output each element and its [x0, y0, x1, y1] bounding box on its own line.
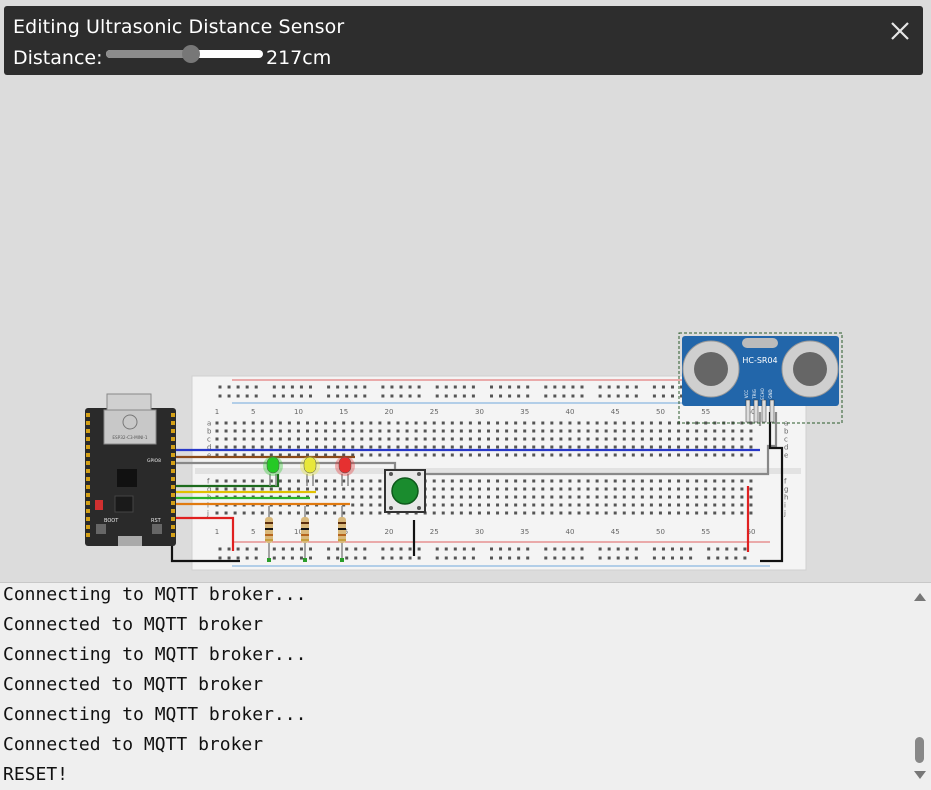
- row-letter: c: [207, 436, 211, 444]
- simulator-window: Editing Ultrasonic Distance Sensor Dista…: [0, 0, 931, 790]
- serial-line: Connected to MQTT broker: [3, 614, 264, 635]
- rst-button-label: RST: [151, 518, 162, 524]
- row-letter: e: [207, 452, 211, 460]
- serial-line: Connected to MQTT broker: [3, 734, 264, 755]
- row-letter: g: [784, 486, 788, 494]
- esp32-c3-board[interactable]: ESP32-C3-MINI-1 BOOT RST GPIO8: [85, 393, 176, 546]
- distance-value: 217cm: [266, 47, 332, 69]
- serial-monitor[interactable]: Connecting to MQTT broker... Connected to…: [0, 582, 931, 790]
- column-number: 55: [701, 408, 710, 416]
- sensor-pin-label: ECHO: [760, 388, 765, 399]
- column-number: 10: [294, 408, 303, 416]
- serial-line: Connecting to MQTT broker...: [3, 704, 307, 725]
- column-number: 30: [475, 528, 484, 536]
- column-number: 1: [215, 528, 219, 536]
- column-number: 25: [430, 408, 439, 416]
- row-letter: b: [207, 428, 212, 436]
- row-letter: e: [784, 452, 788, 460]
- distance-slider-thumb[interactable]: [181, 45, 200, 63]
- scroll-down-arrow-icon[interactable]: [914, 771, 926, 779]
- column-number: 50: [656, 408, 665, 416]
- row-letter: c: [784, 436, 788, 444]
- distance-slider-fill: [106, 50, 191, 58]
- row-letter: h: [784, 494, 788, 502]
- column-number: 20: [384, 528, 393, 536]
- column-number: 20: [384, 408, 393, 416]
- column-number: 5: [251, 408, 255, 416]
- row-letter: j: [783, 510, 786, 518]
- distance-label: Distance:: [13, 47, 103, 69]
- row-letter: i: [207, 502, 209, 510]
- column-number: 45: [611, 528, 620, 536]
- circuit-diagram: 1155101015152020252530303535404045455050…: [85, 332, 843, 571]
- column-number: 40: [565, 528, 574, 536]
- edit-part-popup: Editing Ultrasonic Distance Sensor Dista…: [4, 6, 923, 75]
- column-number: 45: [611, 408, 620, 416]
- esp32-module-label: ESP32-C3-MINI-1: [112, 435, 147, 440]
- distance-slider[interactable]: [106, 45, 263, 63]
- row-letter: i: [784, 502, 786, 510]
- serial-line: Connecting to MQTT broker...: [3, 584, 307, 605]
- column-number: 55: [701, 528, 710, 536]
- sensor-pin-label: TRIG: [752, 389, 757, 400]
- pushbutton[interactable]: [384, 469, 426, 513]
- boot-button-label: BOOT: [104, 518, 119, 524]
- scroll-thumb[interactable]: [915, 737, 924, 763]
- row-letter: a: [207, 420, 211, 428]
- sensor-pin-label: VCC: [744, 390, 749, 399]
- serial-monitor-scrollbar[interactable]: [909, 583, 931, 790]
- gpio-label: GPIO8: [147, 458, 161, 464]
- serial-line: Connecting to MQTT broker...: [3, 644, 307, 665]
- row-letter: d: [784, 444, 788, 452]
- serial-line: RESET!: [3, 764, 69, 785]
- serial-line: Connected to MQTT broker: [3, 674, 264, 695]
- serial-monitor-output: Connecting to MQTT broker... Connected to…: [3, 580, 306, 790]
- column-number: 15: [339, 408, 348, 416]
- sensor-pin-label: GND: [768, 389, 773, 398]
- scroll-up-arrow-icon[interactable]: [914, 593, 926, 601]
- column-number: 50: [656, 528, 665, 536]
- column-number: 5: [251, 528, 255, 536]
- column-number: 35: [520, 408, 529, 416]
- row-letter: b: [784, 428, 789, 436]
- column-number: 1: [215, 408, 219, 416]
- column-number: 30: [475, 408, 484, 416]
- close-icon[interactable]: [889, 20, 911, 42]
- popup-title: Editing Ultrasonic Distance Sensor: [13, 16, 345, 38]
- row-letter: j: [206, 510, 209, 518]
- sensor-label: HC-SR04: [742, 356, 777, 365]
- column-number: 40: [565, 408, 574, 416]
- column-number: 35: [520, 528, 529, 536]
- circuit-canvas[interactable]: 1155101015152020252530303535404045455050…: [0, 76, 931, 582]
- column-number: 25: [430, 528, 439, 536]
